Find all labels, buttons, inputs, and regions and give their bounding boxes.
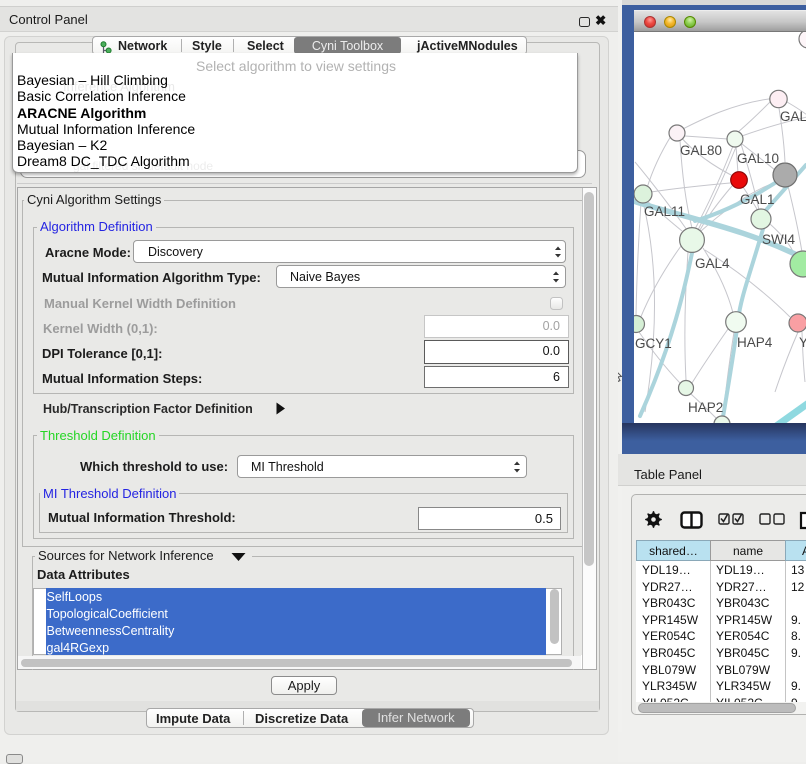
svg-text:HAP4: HAP4: [737, 335, 773, 350]
svg-text:GCY1: GCY1: [635, 336, 672, 351]
svg-text:GAL4: GAL4: [695, 256, 730, 271]
svg-text:GAL10: GAL10: [737, 151, 779, 166]
svg-text:HAP2: HAP2: [688, 400, 723, 415]
svg-text:GAL1: GAL1: [740, 192, 775, 207]
svg-text:GAL80: GAL80: [680, 143, 722, 158]
svg-text:Y: Y: [799, 335, 806, 350]
svg-text:GAL11: GAL11: [644, 204, 685, 219]
svg-text:SWI4: SWI4: [762, 232, 795, 247]
svg-text:GAL2: GAL2: [780, 109, 806, 124]
